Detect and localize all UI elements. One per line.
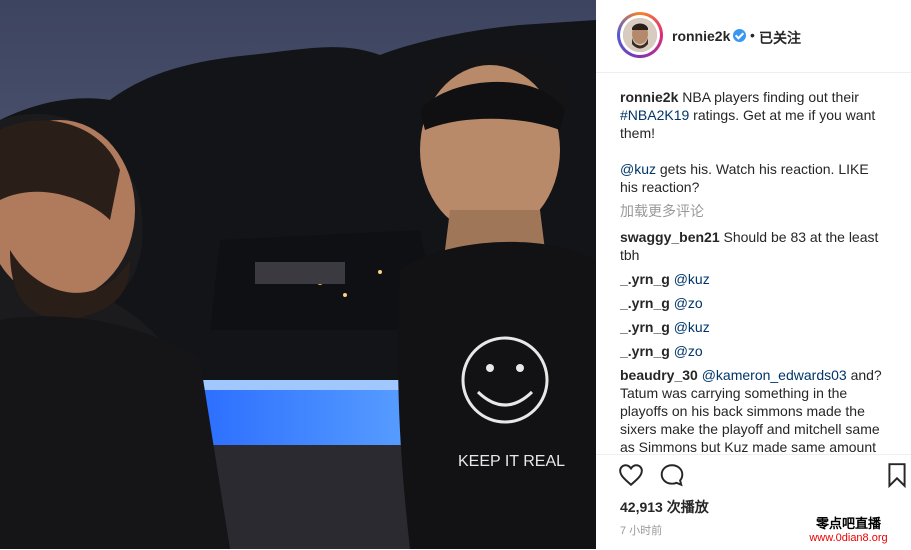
following-button[interactable]: 已关注	[759, 28, 801, 48]
post-timestamp[interactable]: 7 小时前	[620, 522, 662, 538]
bookmark-icon[interactable]	[886, 462, 908, 488]
watermark-url: www.0dian8.org	[809, 532, 888, 544]
caption: ronnie2k NBA players finding out their #…	[620, 88, 890, 196]
comment-item: _.yrn_g @zo	[620, 294, 890, 312]
load-more-comments[interactable]: 加载更多评论	[620, 202, 890, 220]
mention-link[interactable]: @kuz	[620, 161, 656, 177]
avatar[interactable]	[617, 12, 663, 58]
comment-username[interactable]: _.yrn_g	[620, 319, 670, 335]
caption-text-1: NBA players finding out their	[682, 89, 859, 105]
site-watermark: 零点吧直播 www.0dian8.org	[791, 513, 906, 544]
view-count[interactable]: 42,913 次播放	[620, 497, 709, 517]
shirt-text: KEEP IT REAL	[458, 453, 565, 470]
post-header: ronnie2k • 已关注	[596, 0, 911, 73]
comment-mention[interactable]: @kameron_edwards03	[702, 367, 847, 383]
comment-username[interactable]: _.yrn_g	[620, 271, 670, 287]
video-player[interactable]: KEEP IT REAL	[0, 0, 596, 549]
comment-mention[interactable]: @kuz	[674, 319, 710, 335]
comment-mention[interactable]: @zo	[674, 343, 703, 359]
comment-username[interactable]: _.yrn_g	[620, 295, 670, 311]
comment-item: _.yrn_g @kuz	[620, 318, 890, 336]
comment-item: swaggy_ben21 Should be 83 at the least t…	[620, 228, 890, 264]
comments-section[interactable]: ronnie2k NBA players finding out their #…	[620, 88, 890, 454]
comment-username[interactable]: swaggy_ben21	[620, 229, 720, 245]
post-username[interactable]: ronnie2k	[672, 28, 730, 44]
caption-username[interactable]: ronnie2k	[620, 89, 678, 105]
comment-username[interactable]: _.yrn_g	[620, 343, 670, 359]
comment-mention[interactable]: @kuz	[674, 271, 710, 287]
post-actions: 42,913 次播放 7 小时前 零点吧直播 www.0dian8.org	[596, 454, 911, 550]
comment-item: _.yrn_g @zo	[620, 342, 890, 360]
caption-text-3: gets his. Watch his reaction. LIKE his r…	[620, 161, 869, 195]
verified-badge-icon	[733, 29, 746, 42]
post-panel: ronnie2k • 已关注 ronnie2k NBA players find…	[596, 0, 911, 549]
watermark-title: 零点吧直播	[815, 516, 881, 531]
hashtag-link[interactable]: #NBA2K19	[620, 107, 689, 123]
comment-item: _.yrn_g @kuz	[620, 270, 890, 288]
like-heart-icon[interactable]	[618, 462, 644, 488]
comment-username[interactable]: beaudry_30	[620, 367, 698, 383]
comment-item: beaudry_30 @kameron_edwards03 and? Tatum…	[620, 366, 890, 454]
avatar-image	[623, 18, 657, 52]
comment-bubble-icon[interactable]	[659, 462, 685, 488]
comment-mention[interactable]: @zo	[674, 295, 703, 311]
separator-dot: •	[750, 27, 755, 43]
video-frame: KEEP IT REAL	[0, 0, 596, 549]
